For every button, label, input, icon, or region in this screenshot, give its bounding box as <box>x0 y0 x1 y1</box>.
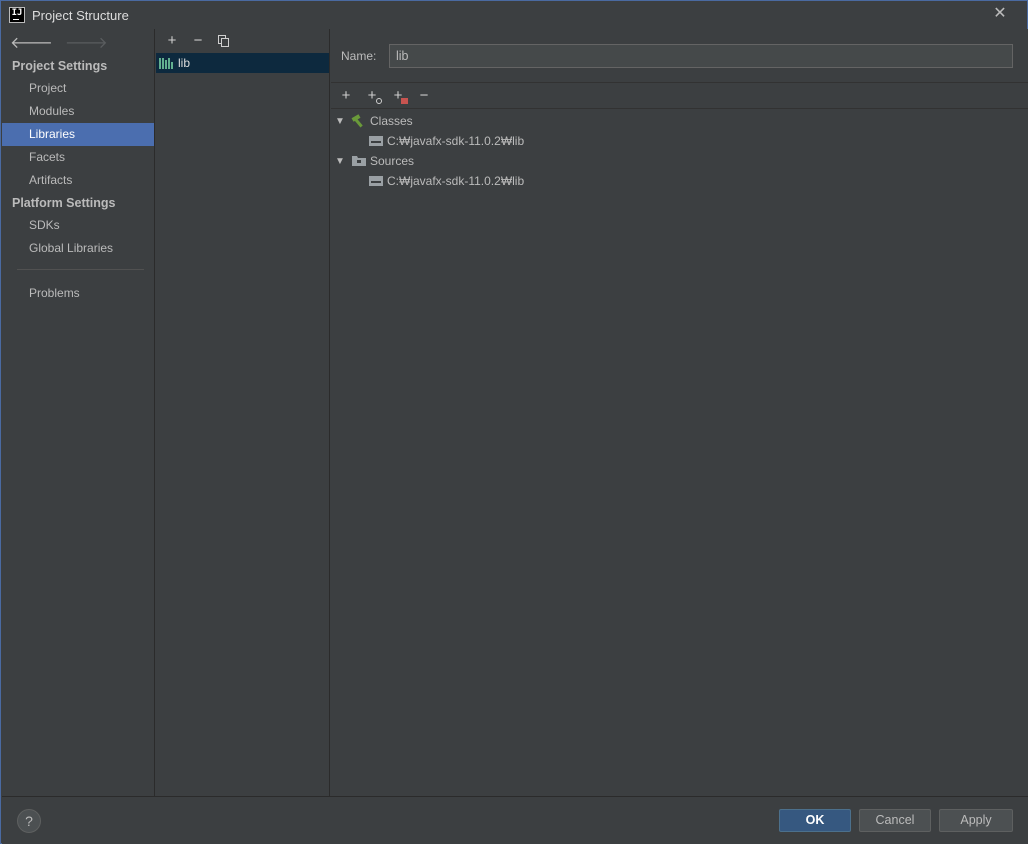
copy-library-icon[interactable] <box>215 32 233 50</box>
sidebar-item-global-libraries[interactable]: Global Libraries <box>2 237 154 260</box>
library-roots-tree: ▼ Classes C:₩javafx-sdk-11.0.2₩lib ▼ Sou… <box>331 109 1028 191</box>
tree-node-classes[interactable]: ▼ Classes <box>331 111 1028 131</box>
history-navigation: 🡐 🡒 <box>2 29 154 55</box>
cancel-button[interactable]: Cancel <box>859 809 931 832</box>
expand-toggle-icon[interactable]: ▼ <box>335 156 345 167</box>
library-icon <box>159 57 173 69</box>
sidebar-item-artifacts[interactable]: Artifacts <box>2 169 154 192</box>
jar-directory-icon <box>369 176 383 186</box>
forward-arrow-icon[interactable]: 🡒 <box>65 32 108 53</box>
jar-directory-icon <box>369 136 383 146</box>
library-name-input[interactable]: lib <box>389 43 1013 68</box>
back-arrow-icon[interactable]: 🡐 <box>10 32 53 53</box>
classes-label: Classes <box>370 114 413 128</box>
sidebar-item-modules[interactable]: Modules <box>2 100 154 123</box>
platform-settings-heading: Platform Settings <box>12 196 116 210</box>
title-bar: IJ Project Structure ✕ <box>1 1 1027 29</box>
window-title: Project Structure <box>32 7 129 23</box>
classes-hammer-icon <box>351 114 367 128</box>
tree-node-sources[interactable]: ▼ Sources <box>331 151 1028 171</box>
tree-node-sources-path[interactable]: C:₩javafx-sdk-11.0.2₩lib <box>331 171 1028 191</box>
dialog-button-bar: ? OK Cancel Apply <box>2 796 1028 844</box>
sidebar-item-libraries[interactable]: Libraries <box>2 123 154 146</box>
sources-path: C:₩javafx-sdk-11.0.2₩lib <box>387 174 525 188</box>
name-row: Name: lib <box>331 29 1028 83</box>
sidebar-item-project[interactable]: Project <box>2 77 154 100</box>
intellij-logo-icon: IJ <box>9 7 25 23</box>
classes-path: C:₩javafx-sdk-11.0.2₩lib <box>387 134 525 148</box>
library-list-pane: + − lib <box>156 29 330 796</box>
sources-folder-icon <box>351 154 367 168</box>
settings-sidebar: 🡐 🡒 Project Settings Project Modules Lib… <box>2 29 155 796</box>
project-structure-dialog: IJ Project Structure ✕ 🡐 🡒 Project Setti… <box>0 0 1028 844</box>
library-item-label: lib <box>178 56 191 70</box>
roots-toolbar: + + + − <box>331 83 1028 109</box>
sidebar-item-problems[interactable]: Problems <box>2 282 154 305</box>
tree-node-classes-path[interactable]: C:₩javafx-sdk-11.0.2₩lib <box>331 131 1028 151</box>
remove-root-icon[interactable]: − <box>415 87 433 105</box>
library-toolbar: + − <box>156 29 329 53</box>
ok-button[interactable]: OK <box>779 809 851 832</box>
expand-toggle-icon[interactable]: ▼ <box>335 116 345 127</box>
attach-files-icon[interactable]: + <box>363 87 382 105</box>
project-settings-heading: Project Settings <box>12 59 108 73</box>
close-icon[interactable]: ✕ <box>991 5 1009 23</box>
sidebar-item-facets[interactable]: Facets <box>2 146 154 169</box>
apply-button[interactable]: Apply <box>939 809 1013 832</box>
sidebar-item-sdks[interactable]: SDKs <box>2 214 154 237</box>
sources-label: Sources <box>370 154 415 168</box>
add-root-icon[interactable]: + <box>337 87 355 105</box>
sidebar-divider <box>17 269 144 270</box>
add-library-icon[interactable]: + <box>163 32 181 50</box>
remove-library-icon[interactable]: − <box>189 32 207 50</box>
name-label: Name: <box>341 48 377 63</box>
exclude-root-icon[interactable]: + <box>389 87 408 105</box>
help-button[interactable]: ? <box>17 809 41 833</box>
library-list-item[interactable]: lib <box>156 53 329 73</box>
library-detail-pane: Name: lib + + + − ▼ Classes C:₩javafx-sd… <box>331 29 1028 796</box>
